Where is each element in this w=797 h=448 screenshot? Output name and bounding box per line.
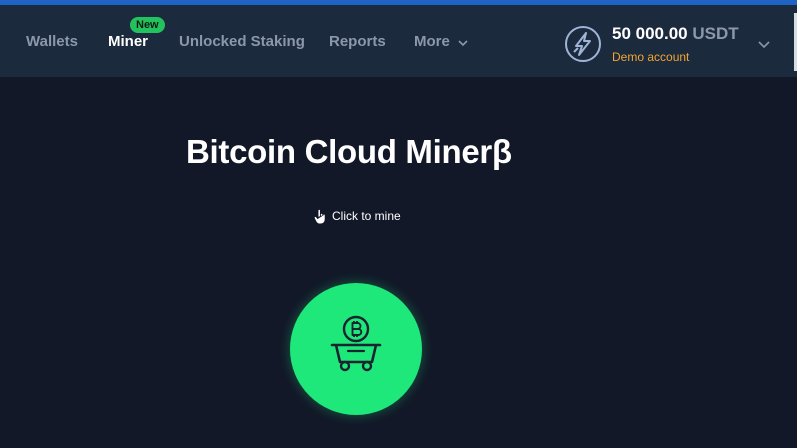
nav-item-wallets[interactable]: Wallets	[26, 33, 78, 50]
account-balance: 50 000.00 USDT	[612, 24, 739, 44]
bitcoin-mine-cart-icon	[330, 315, 382, 372]
page-title: Bitcoin Cloud Minerβ	[186, 133, 512, 170]
balance-currency: USDT	[692, 24, 739, 43]
account-type-label: Demo account	[612, 50, 690, 64]
nav-item-reports[interactable]: Reports	[329, 33, 386, 50]
account-selector[interactable]: 50 000.00 USDT Demo account	[560, 22, 780, 72]
new-badge: New	[130, 17, 165, 33]
click-to-mine-hint: Click to mine	[313, 207, 401, 225]
top-navigation-bar: Wallets Miner New Unlocked Staking Repor…	[0, 5, 797, 77]
hint-text: Click to mine	[332, 209, 401, 223]
lightning-circle-icon	[565, 26, 601, 62]
nav-item-more[interactable]: More	[414, 33, 450, 50]
chevron-down-icon[interactable]	[458, 38, 468, 48]
nav-item-miner[interactable]: Miner	[108, 33, 148, 50]
hand-pointer-icon	[313, 208, 326, 224]
chevron-down-icon[interactable]	[758, 39, 770, 49]
mine-button[interactable]	[290, 283, 422, 415]
nav-item-unlocked-staking[interactable]: Unlocked Staking	[179, 33, 305, 50]
balance-amount: 50 000.00	[612, 24, 688, 43]
